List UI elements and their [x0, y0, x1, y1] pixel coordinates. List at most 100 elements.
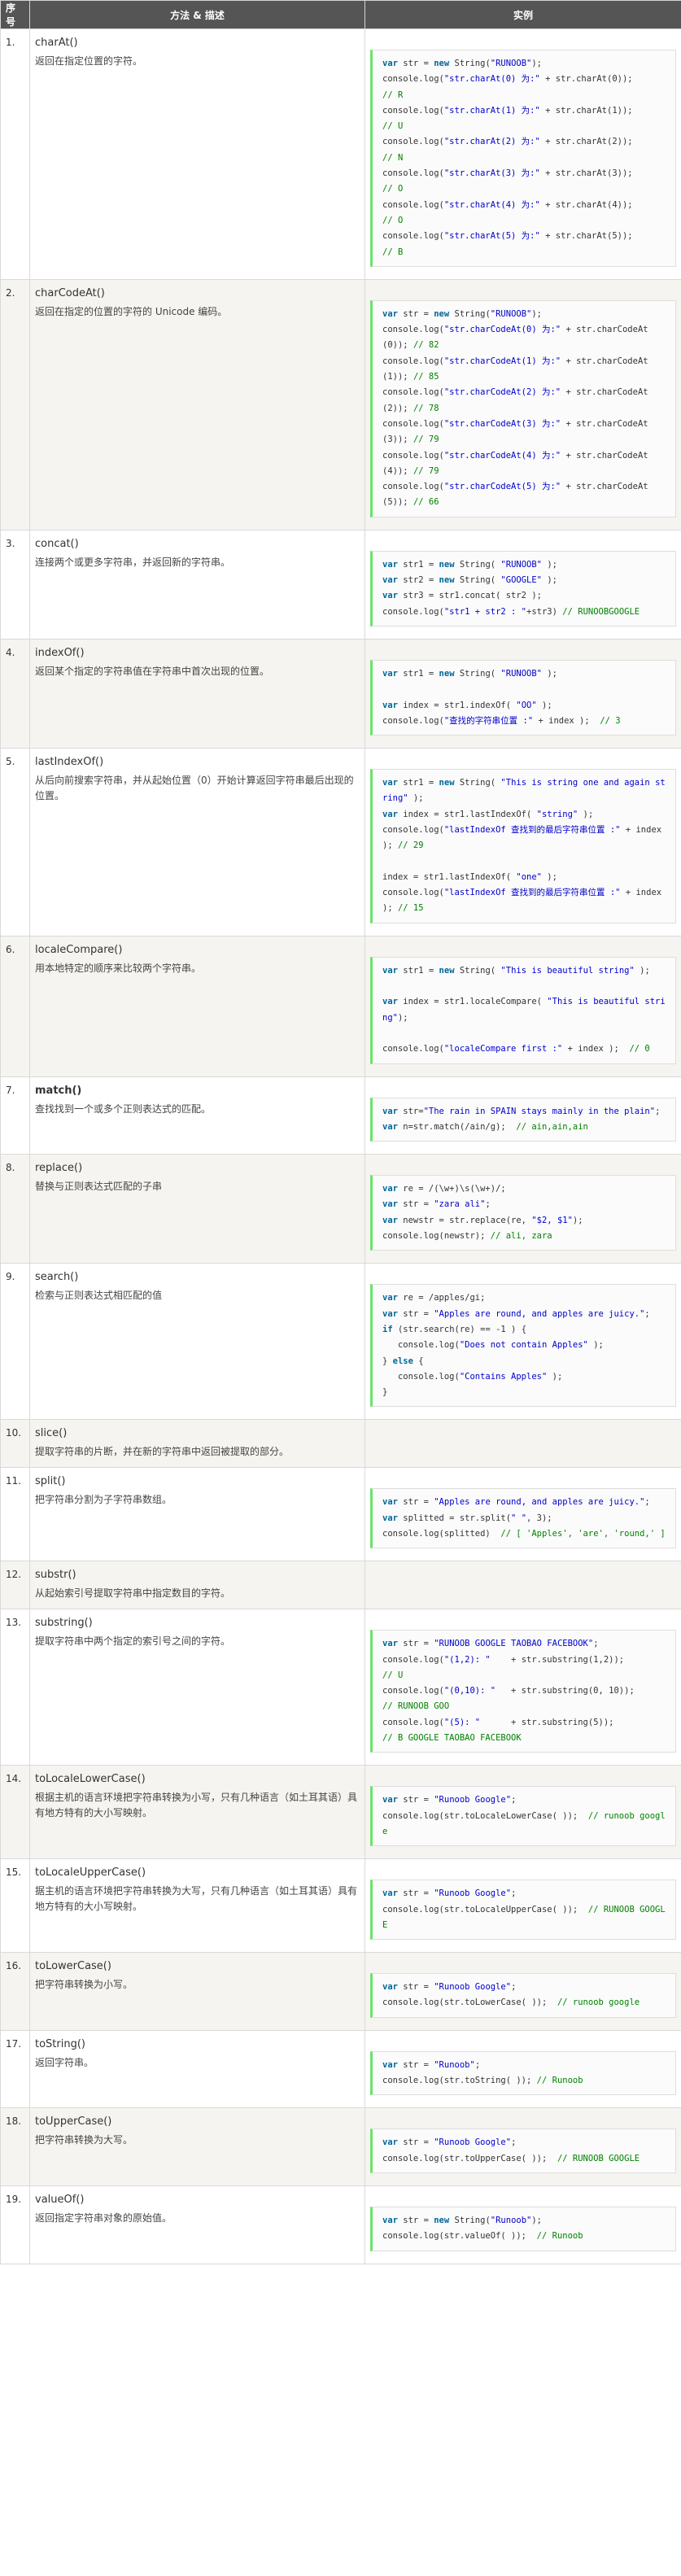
method-cell: substr() 从起始索引号提取字符串中指定数目的字符。 — [29, 1561, 365, 1610]
example-cell: var str1 = new String( "This is beautifu… — [365, 935, 681, 1077]
row-number: 16. — [0, 1952, 30, 2031]
method-cell: charCodeAt() 返回在指定的位置的字符的 Unicode 编码。 — [29, 278, 365, 530]
table-header-row: 序号 方法 & 描述 实例 — [0, 0, 681, 29]
method-name: concat() — [35, 537, 79, 550]
method-cell: indexOf() 返回某个指定的字符串值在字符串中首次出现的位置。 — [29, 638, 365, 749]
method-cell: valueOf() 返回指定字符串对象的原始值。 — [29, 2185, 365, 2264]
table-row: 11. split() 把字符串分割为子字符串数组。 var str = "Apple… — [0, 1467, 681, 1562]
example-cell: var str1 = new String( "This is string o… — [365, 748, 681, 937]
table-row: 14. toLocaleLowerCase() 根据主机的语言环境把字符串转换为小写… — [0, 1765, 681, 1860]
row-number: 10. — [0, 1419, 30, 1469]
method-cell: toUpperCase() 把字符串转换为大写。 — [29, 2107, 365, 2186]
method-cell: slice() 提取字符串的片断，并在新的字符串中返回被提取的部分。 — [29, 1419, 365, 1469]
table-row: 13. substring() 提取字符串中两个指定的索引号之间的字符。 var st… — [0, 1609, 681, 1766]
method-name: valueOf() — [35, 2193, 85, 2206]
header-number: 序号 — [0, 0, 30, 29]
method-description: 返回指定字符串对象的原始值。 — [35, 2211, 172, 2224]
method-cell: concat() 连接两个或更多字符串，并返回新的字符串。 — [29, 529, 365, 640]
method-name: substr() — [35, 1569, 76, 1582]
example-cell: var re = /(\w+)\s(\w+)/; var str = "zara… — [365, 1154, 681, 1264]
code-example: var re = /apples/gi; var str = "Apples a… — [370, 1284, 676, 1408]
header-example: 实例 — [365, 0, 681, 29]
row-number: 5. — [0, 748, 30, 937]
method-name: toLocaleLowerCase() — [35, 1773, 146, 1786]
method-description: 检索与正则表达式相匹配的值 — [35, 1290, 163, 1302]
method-description: 把字符串转换为小写。 — [35, 1979, 133, 1991]
method-description: 从起始索引号提取字符串中指定数目的字符。 — [35, 1587, 231, 1600]
code-example: var str1 = new String( "RUNOOB" ); var s… — [370, 550, 676, 627]
method-description: 返回字符串。 — [35, 2056, 94, 2068]
method-cell: search() 检索与正则表达式相匹配的值 — [29, 1263, 365, 1421]
example-cell — [365, 1561, 681, 1610]
method-description: 据主机的语言环境把字符串转换为大写，只有几种语言（如土耳其语）具有地方特有的大小… — [35, 1885, 358, 1913]
table-row: 16. toLowerCase() 把字符串转换为小写。 var str = "Run… — [0, 1952, 681, 2031]
method-cell: substring() 提取字符串中两个指定的索引号之间的字符。 — [29, 1609, 365, 1766]
code-example: var str1 = new String( "This is beautifu… — [370, 956, 676, 1064]
method-description: 返回在指定位置的字符。 — [35, 55, 143, 67]
row-number: 13. — [0, 1609, 30, 1766]
code-example: var str1 = new String( "This is string o… — [370, 769, 676, 923]
code-example: var str = "Apples are round, and apples … — [370, 1488, 676, 1549]
code-example: var str = "Runoob Google"; console.log(s… — [370, 1973, 676, 2018]
example-cell: var str = "Runoob Google"; console.log(s… — [365, 1765, 681, 1860]
example-cell — [365, 1419, 681, 1469]
method-description: 连接两个或更多字符串，并返回新的字符串。 — [35, 556, 231, 568]
row-number: 6. — [0, 935, 30, 1077]
string-methods-table: 序号 方法 & 描述 实例 1. charAt() 返回在指定位置的字符。 var s… — [0, 0, 681, 2264]
code-example: var str1 = new String( "RUNOOB" ); var i… — [370, 659, 676, 736]
method-name: lastIndexOf() — [35, 756, 104, 769]
method-description: 用本地特定的顺序来比较两个字符串。 — [35, 962, 202, 974]
method-name: indexOf() — [35, 646, 85, 659]
row-number: 17. — [0, 2029, 30, 2109]
code-example: var str = "Runoob Google"; console.log(s… — [370, 1786, 676, 1847]
method-name: charCodeAt() — [35, 286, 105, 299]
method-cell: toLowerCase() 把字符串转换为小写。 — [29, 1952, 365, 2031]
method-cell: split() 把字符串分割为子字符串数组。 — [29, 1467, 365, 1562]
method-description: 根据主机的语言环境把字符串转换为小写，只有几种语言（如土耳其语）具有地方特有的大… — [35, 1792, 358, 1819]
row-number: 1. — [0, 28, 30, 280]
code-example: var str="The rain in SPAIN stays mainly … — [370, 1097, 676, 1142]
code-example: var str = "Runoob Google"; console.log(s… — [370, 1880, 676, 1941]
table-row: 12. substr() 从起始索引号提取字符串中指定数目的字符。 — [0, 1561, 681, 1610]
table-row: 7. match() 查找找到一个或多个正则表达式的匹配。 var str="The … — [0, 1076, 681, 1155]
method-description: 提取字符串的片断，并在新的字符串中返回被提取的部分。 — [35, 1446, 290, 1458]
row-number: 12. — [0, 1561, 30, 1610]
method-cell: match() 查找找到一个或多个正则表达式的匹配。 — [29, 1076, 365, 1155]
row-number: 9. — [0, 1263, 30, 1421]
method-cell: replace() 替换与正则表达式匹配的子串 — [29, 1154, 365, 1264]
method-name: match() — [35, 1084, 82, 1097]
example-cell: var str = "Runoob Google"; console.log(s… — [365, 2107, 681, 2186]
example-cell: var str = new String("RUNOOB"); console.… — [365, 28, 681, 280]
table-row: 10. slice() 提取字符串的片断，并在新的字符串中返回被提取的部分。 — [0, 1419, 681, 1469]
row-number: 7. — [0, 1076, 30, 1155]
code-example: var re = /(\w+)\s(\w+)/; var str = "zara… — [370, 1175, 676, 1251]
row-number: 2. — [0, 278, 30, 530]
example-cell: var str = "Apples are round, and apples … — [365, 1467, 681, 1562]
method-name: split() — [35, 1475, 66, 1488]
method-cell: toLocaleLowerCase() 根据主机的语言环境把字符串转换为小写，只有… — [29, 1765, 365, 1860]
method-name: toLocaleUpperCase() — [35, 1867, 146, 1880]
code-example: var str = new String("Runoob"); console.… — [370, 2206, 676, 2251]
method-cell: charAt() 返回在指定位置的字符。 — [29, 28, 365, 280]
table-row: 1. charAt() 返回在指定位置的字符。 var str = new Strin… — [0, 28, 681, 280]
row-number: 4. — [0, 638, 30, 749]
table-row: 15. toLocaleUpperCase() 据主机的语言环境把字符串转换为大写，… — [0, 1858, 681, 1954]
method-description: 返回在指定的位置的字符的 Unicode 编码。 — [35, 305, 228, 317]
example-cell: var str1 = new String( "RUNOOB" ); var i… — [365, 638, 681, 749]
method-name: replace() — [35, 1162, 83, 1175]
row-number: 8. — [0, 1154, 30, 1264]
row-number: 15. — [0, 1858, 30, 1954]
method-name: toLowerCase() — [35, 1960, 111, 1973]
method-name: search() — [35, 1271, 79, 1284]
method-name: localeCompare() — [35, 943, 123, 956]
method-cell: lastIndexOf() 从后向前搜索字符串，并从起始位置（0）开始计算返回字符… — [29, 748, 365, 937]
code-example: var str = new String("RUNOOB"); console.… — [370, 299, 676, 517]
table-row: 8. replace() 替换与正则表达式匹配的子串 var re = /(\w+)\… — [0, 1154, 681, 1264]
table-row: 3. concat() 连接两个或更多字符串，并返回新的字符串。 var str1 =… — [0, 529, 681, 640]
example-cell: var str = new String("RUNOOB"); console.… — [365, 278, 681, 530]
header-method-description: 方法 & 描述 — [29, 0, 365, 29]
method-name: toUpperCase() — [35, 2115, 112, 2128]
method-description: 返回某个指定的字符串值在字符串中首次出现的位置。 — [35, 665, 270, 677]
example-cell: var str = new String("Runoob"); console.… — [365, 2185, 681, 2264]
table-body: 1. charAt() 返回在指定位置的字符。 var str = new Strin… — [0, 28, 681, 2264]
